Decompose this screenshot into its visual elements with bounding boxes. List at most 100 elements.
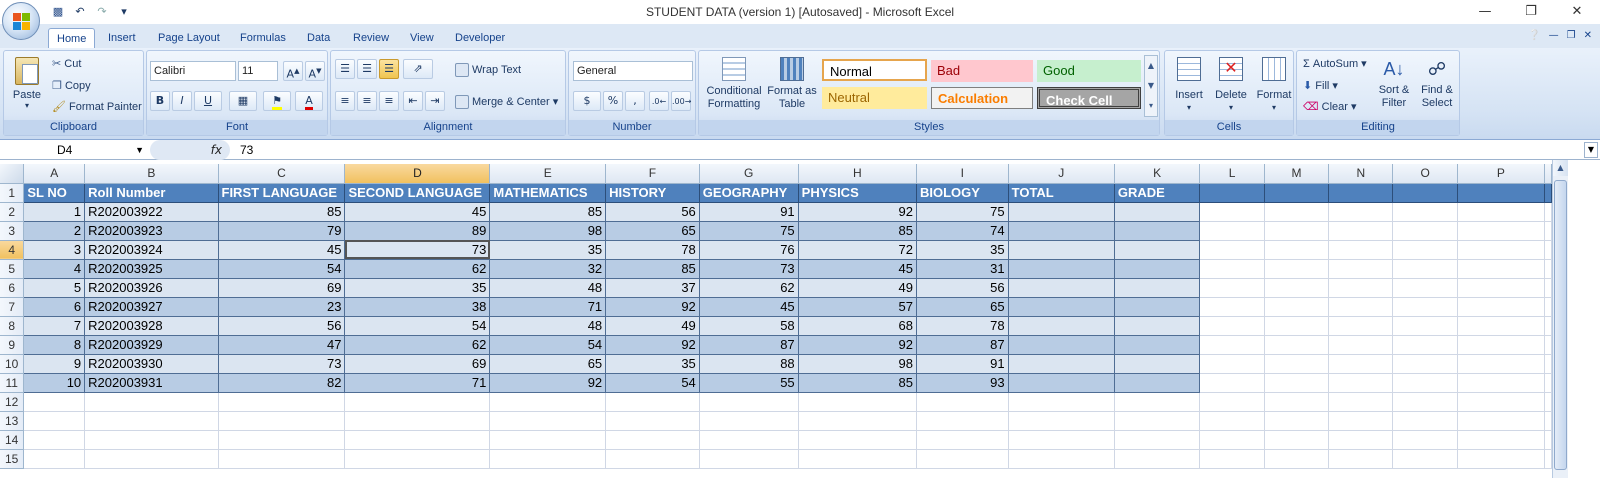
cell[interactable] — [1114, 202, 1201, 222]
cell[interactable] — [1199, 202, 1265, 222]
cell[interactable] — [1264, 240, 1330, 260]
workbook-restore-icon[interactable]: ❐ — [1567, 30, 1576, 41]
cell[interactable]: 8 — [23, 335, 86, 355]
cell[interactable] — [23, 411, 86, 431]
cell[interactable]: 7 — [23, 316, 86, 336]
customize-qat-icon[interactable]: ▾ — [116, 4, 132, 20]
cell[interactable] — [1392, 354, 1458, 374]
cell[interactable]: 32 — [489, 259, 607, 279]
cell[interactable] — [1544, 392, 1552, 412]
cell[interactable] — [1264, 411, 1330, 431]
cell[interactable] — [699, 449, 799, 469]
paste-button[interactable]: Paste ▾ — [10, 57, 44, 110]
column-header-b[interactable]: B — [84, 164, 219, 184]
clear-button[interactable]: ⌫ Clear ▾ — [1303, 100, 1357, 113]
cell[interactable] — [1008, 335, 1115, 355]
wrap-text-button[interactable]: Wrap Text — [455, 63, 521, 77]
cell[interactable] — [1008, 316, 1115, 336]
expand-formula-bar-icon[interactable]: ▼ — [1584, 142, 1598, 158]
cell[interactable]: 91 — [699, 202, 799, 222]
cell[interactable] — [1114, 354, 1201, 374]
cell[interactable] — [1544, 373, 1552, 393]
cell[interactable] — [1457, 373, 1546, 393]
styles-scroll[interactable]: ▲ ▼ ▾ — [1144, 55, 1158, 117]
cell[interactable]: 85 — [798, 373, 917, 393]
cell[interactable]: 85 — [489, 202, 607, 222]
decrease-indent-button[interactable]: ⇤ — [403, 91, 423, 111]
bold-button[interactable]: B — [150, 91, 170, 111]
row-header-1[interactable]: 1 — [0, 183, 25, 203]
row-header-7[interactable]: 7 — [0, 297, 25, 317]
column-header-d[interactable]: D — [344, 164, 491, 184]
name-box[interactable]: D4 ▼ — [0, 141, 148, 159]
tab-home[interactable]: Home — [48, 28, 96, 48]
column-header-n[interactable]: N — [1328, 164, 1394, 184]
cell[interactable]: R202003929 — [84, 335, 219, 355]
cell[interactable] — [798, 430, 917, 450]
cell[interactable] — [1392, 259, 1458, 279]
cell[interactable] — [489, 430, 607, 450]
borders-button[interactable]: ▦ — [229, 91, 257, 111]
cell[interactable] — [344, 430, 491, 450]
cell[interactable]: 87 — [916, 335, 1009, 355]
cell[interactable]: 69 — [344, 354, 491, 374]
cell[interactable] — [1199, 221, 1265, 241]
cell[interactable]: 71 — [489, 297, 607, 317]
cell[interactable] — [1392, 221, 1458, 241]
cell[interactable]: 92 — [798, 202, 917, 222]
cell[interactable] — [1008, 240, 1115, 260]
formula-input[interactable]: 73 — [240, 140, 253, 160]
style-calculation[interactable]: Calculation — [931, 87, 1033, 109]
percent-button[interactable]: % — [603, 91, 623, 111]
cell[interactable]: 49 — [605, 316, 700, 336]
cell[interactable]: 62 — [344, 335, 491, 355]
cell[interactable] — [1544, 297, 1552, 317]
cell[interactable] — [1264, 335, 1330, 355]
cell[interactable]: R202003931 — [84, 373, 219, 393]
restore-icon[interactable]: ❐ — [1508, 0, 1554, 24]
cell[interactable]: R202003925 — [84, 259, 219, 279]
vertical-scrollbar[interactable]: ▲ — [1552, 160, 1568, 478]
cell[interactable]: 98 — [798, 354, 917, 374]
column-header-h[interactable]: H — [798, 164, 917, 184]
cell[interactable]: R202003924 — [84, 240, 219, 260]
save-icon[interactable]: ▩ — [50, 4, 66, 20]
cell[interactable]: MATHEMATICS — [489, 183, 607, 203]
cell[interactable] — [1114, 373, 1201, 393]
cut-button[interactable]: ✂ Cut — [52, 57, 81, 70]
column-header-j[interactable]: J — [1008, 164, 1115, 184]
cell[interactable]: 85 — [605, 259, 700, 279]
cell[interactable]: 10 — [23, 373, 86, 393]
cell[interactable] — [1008, 354, 1115, 374]
cell[interactable] — [1392, 373, 1458, 393]
cell[interactable] — [1199, 411, 1265, 431]
cell[interactable] — [23, 392, 86, 412]
cell[interactable]: 35 — [605, 354, 700, 374]
cell[interactable] — [1199, 240, 1265, 260]
tab-review[interactable]: Review — [345, 28, 397, 48]
cell[interactable]: 56 — [218, 316, 346, 336]
cell[interactable]: 48 — [489, 278, 607, 298]
column-header-l[interactable]: L — [1199, 164, 1265, 184]
cell[interactable] — [699, 430, 799, 450]
cell[interactable] — [1008, 373, 1115, 393]
cell[interactable]: 71 — [344, 373, 491, 393]
cell[interactable]: 69 — [218, 278, 346, 298]
cell[interactable] — [218, 411, 346, 431]
cell[interactable]: 92 — [489, 373, 607, 393]
cell[interactable] — [1392, 278, 1458, 298]
row-header-2[interactable]: 2 — [0, 202, 25, 222]
cell[interactable] — [1328, 449, 1394, 469]
cell[interactable]: 9 — [23, 354, 86, 374]
cell[interactable] — [798, 392, 917, 412]
cell[interactable] — [1328, 430, 1394, 450]
cell[interactable]: 73 — [218, 354, 346, 374]
cell[interactable]: 65 — [489, 354, 607, 374]
currency-button[interactable]: $ — [573, 91, 601, 111]
scroll-thumb[interactable] — [1554, 180, 1567, 470]
cell[interactable] — [344, 411, 491, 431]
cell[interactable]: 49 — [798, 278, 917, 298]
cell[interactable]: 88 — [699, 354, 799, 374]
cell[interactable] — [1457, 392, 1546, 412]
cell[interactable]: GEOGRAPHY — [699, 183, 799, 203]
